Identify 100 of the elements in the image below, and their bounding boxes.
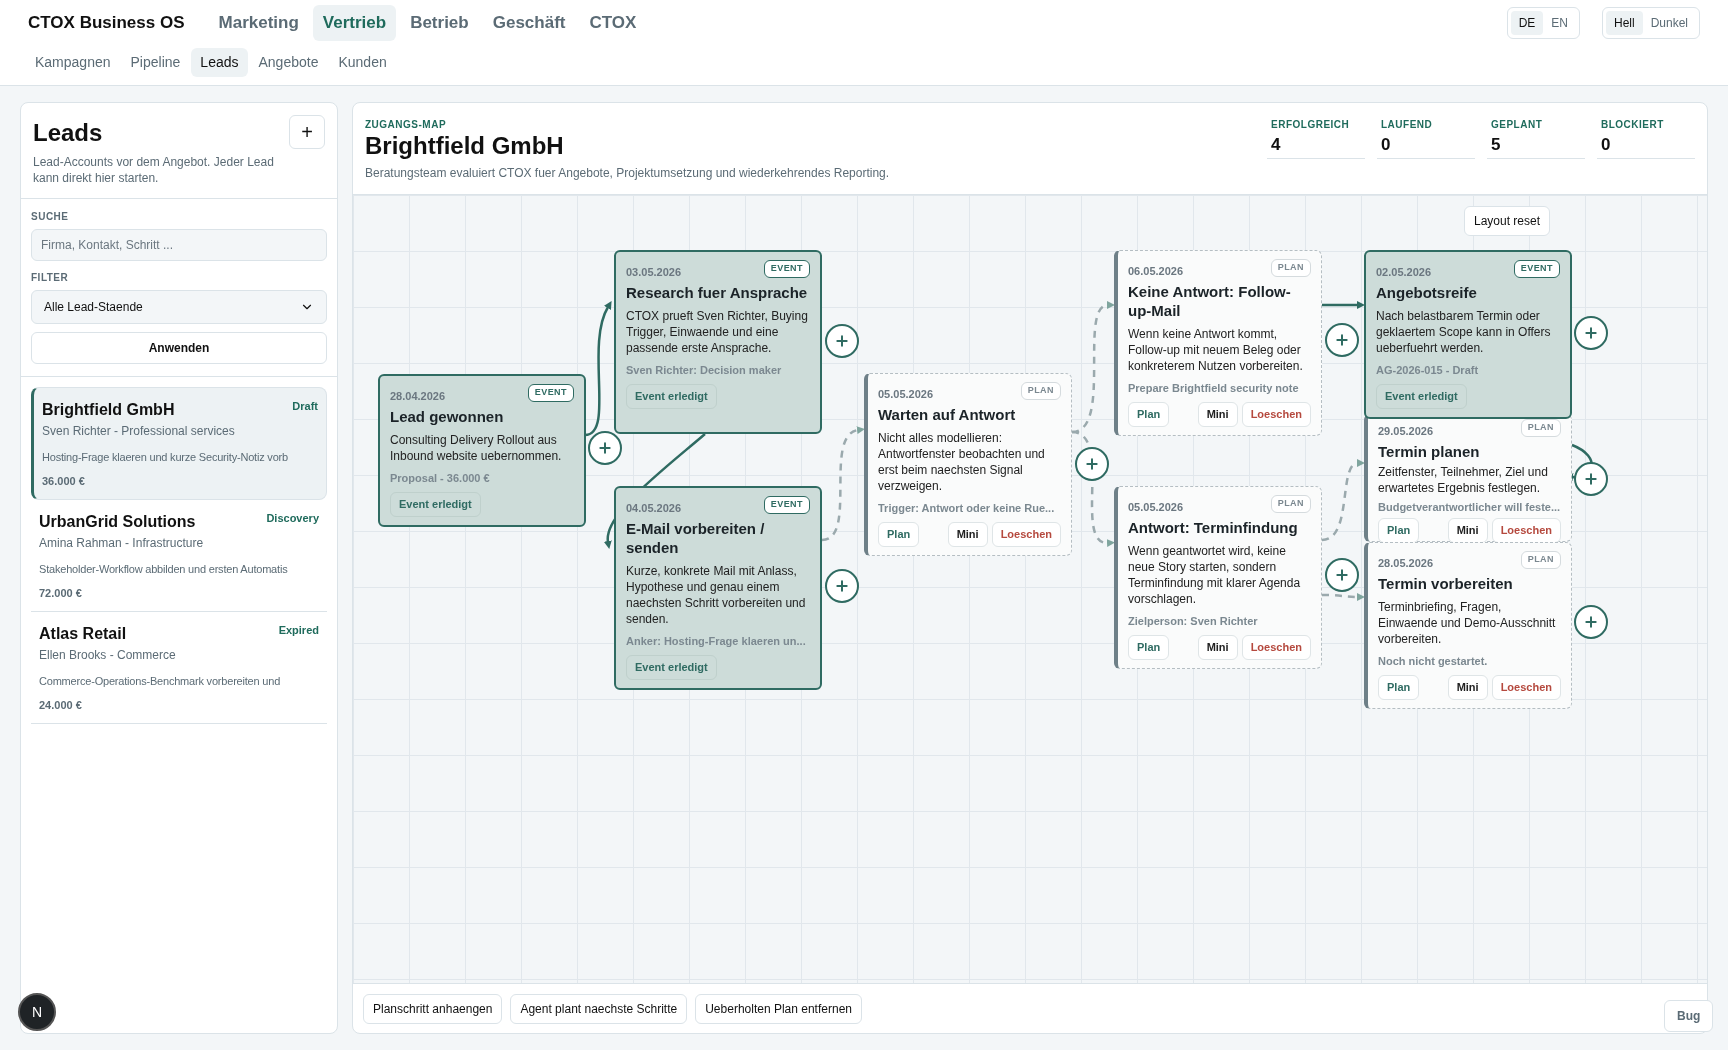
mini-button[interactable]: Mini xyxy=(947,522,988,547)
delete-button[interactable]: Loeschen xyxy=(1491,518,1561,543)
filter-select[interactable]: Alle Lead-Staende xyxy=(31,290,327,324)
sub-nav-tab[interactable]: Kunden xyxy=(329,48,396,77)
plan-button[interactable]: Plan xyxy=(1128,402,1170,427)
lead-item[interactable]: Atlas Retail Expired Ellen Brooks - Commerce Commerce-Operations-Benchmark vorbereiten und 24.000 € xyxy=(31,612,327,724)
lead-next-step: Hosting-Frage klaeren und kurze Security-Notiz vorb xyxy=(42,449,288,466)
card-meta: Sven Richter: Decision maker xyxy=(626,362,783,378)
mini-button[interactable]: Mini xyxy=(1447,518,1488,543)
add-lead-button[interactable]: + xyxy=(289,115,325,149)
lead-value: 72.000 € xyxy=(39,585,83,601)
sub-nav-tab[interactable]: Kampagnen xyxy=(26,48,120,77)
plus-icon xyxy=(1334,332,1350,348)
add-step-button[interactable] xyxy=(1325,323,1359,357)
card-title: Lead gewonnen xyxy=(390,406,505,426)
card-title: Keine Antwort: Follow-up-Mail xyxy=(1128,281,1292,320)
lead-value: 36.000 € xyxy=(42,473,86,489)
add-step-button[interactable] xyxy=(1075,447,1109,481)
event-done-button[interactable]: Event erledigt xyxy=(626,384,717,409)
lead-contact: Ellen Brooks - Commerce xyxy=(39,647,177,664)
lead-status: Discovery xyxy=(266,511,319,526)
add-step-button[interactable] xyxy=(1574,605,1608,639)
delete-button[interactable]: Loeschen xyxy=(1241,635,1311,660)
event-done-button[interactable]: Event erledigt xyxy=(1376,384,1467,409)
card-text: Zeitfenster, Teilnehmer, Ziel und erwartetes Ergebnis festlegen. xyxy=(1378,463,1549,496)
delete-button[interactable]: Loeschen xyxy=(1241,402,1311,427)
event-card[interactable]: 02.05.2026 EVENT Angebotsreife Nach belastbarem Termin oder geklaertem Scope kann in Offers ueberfuehrt werden. AG-2026-015 - Draft Event erledigt xyxy=(1364,250,1572,419)
card-title: Research fuer Ansprache xyxy=(626,282,809,302)
lead-item[interactable]: Brightfield GmbH Draft Sven Richter - Professional services Hosting-Frage klaeren und kurze Security-Notiz vorb 36.000 € xyxy=(31,387,327,500)
sub-nav-tab[interactable]: Pipeline xyxy=(121,48,190,77)
apply-button[interactable]: Anwenden xyxy=(31,332,327,364)
lead-next-step: Commerce-Operations-Benchmark vorbereiten und xyxy=(39,673,281,690)
card-meta: Budgetverantwortlicher will feste... xyxy=(1378,499,1561,515)
mini-button[interactable]: Mini xyxy=(1447,675,1488,700)
sub-nav-tab[interactable]: Leads xyxy=(191,48,248,77)
toggle-option[interactable]: DE xyxy=(1510,11,1544,35)
main-nav-tab[interactable]: Vertrieb xyxy=(312,5,397,41)
layout-reset-button[interactable]: Layout reset xyxy=(1464,206,1551,236)
card-badge: EVENT xyxy=(527,384,574,402)
card-meta: Noch nicht gestartet. xyxy=(1378,653,1489,669)
main-nav-tab[interactable]: CTOX xyxy=(579,5,647,41)
mini-button[interactable]: Mini xyxy=(1197,635,1238,660)
card-date: 28.05.2026 xyxy=(1378,556,1434,571)
sub-nav-tab[interactable]: Angebote xyxy=(249,48,328,77)
plan-card[interactable]: 05.05.2026 PLAN Antwort: Terminfindung Wenn geantwortet wird, keine neue Story starten, sondern Terminfindung mit klarer Agenda vorschlagen. Zielperson: Sven Richter Plan Mini Loeschen xyxy=(1114,486,1322,669)
card-badge: EVENT xyxy=(763,260,810,278)
plan-button[interactable]: Plan xyxy=(878,522,920,547)
lead-next-step: Stakeholder-Workflow abbilden und ersten Automatis xyxy=(39,561,288,578)
search-field[interactable]: Firma, Kontakt, Schritt ... xyxy=(31,229,327,261)
map-title: Brightfield GmbH xyxy=(365,132,565,160)
card-text: CTOX prueft Sven Richter, Buying Trigger, Einwaende und eine passende erste Ansprache. xyxy=(626,307,809,356)
mini-button[interactable]: Mini xyxy=(1197,402,1238,427)
card-title: Termin planen xyxy=(1378,441,1481,461)
add-step-button[interactable] xyxy=(825,324,859,358)
lead-contact: Sven Richter - Professional services xyxy=(42,423,236,440)
add-step-button[interactable] xyxy=(1574,462,1608,496)
event-card[interactable]: 03.05.2026 EVENT Research fuer Ansprache CTOX prueft Sven Richter, Buying Trigger, Einwaende und eine passende erste Ansprache. Sven Richter: Decision maker Event erledigt xyxy=(614,250,822,434)
plus-icon xyxy=(1583,614,1599,630)
footer-button[interactable]: Ueberholten Plan entfernen xyxy=(695,993,862,1024)
plan-button[interactable]: Plan xyxy=(1378,518,1420,543)
card-date: 28.04.2026 xyxy=(390,389,446,404)
toggle-option[interactable]: EN xyxy=(1543,11,1576,35)
add-step-button[interactable] xyxy=(1325,558,1359,592)
stat-label: ERFOLGREICH xyxy=(1271,118,1351,132)
add-step-button[interactable] xyxy=(825,569,859,603)
main-nav-tab[interactable]: Marketing xyxy=(208,5,309,41)
card-date: 02.05.2026 xyxy=(1376,265,1432,280)
card-date: 05.05.2026 xyxy=(878,387,934,402)
event-done-button[interactable]: Event erledigt xyxy=(390,492,481,517)
lead-item[interactable]: UrbanGrid Solutions Discovery Amina Rahman - Infrastructure Stakeholder-Workflow abbilden und ersten Automatis 72.000 € xyxy=(31,500,327,612)
plus-icon xyxy=(1583,325,1599,341)
footer-button[interactable]: Agent plant naechste Schritte xyxy=(510,993,688,1024)
plan-card[interactable]: 28.05.2026 PLAN Termin vorbereiten Terminbriefing, Fragen, Einwaende und Demo-Ausschnitt vorbereiten. Noch nicht gestartet. Plan Mini Loeschen xyxy=(1364,542,1572,709)
card-badge: EVENT xyxy=(763,496,810,514)
lead-name: Atlas Retail xyxy=(39,624,127,644)
delete-button[interactable]: Loeschen xyxy=(1491,675,1561,700)
card-badge: PLAN xyxy=(1520,551,1561,569)
card-meta: Anker: Hosting-Frage klaeren un... xyxy=(626,633,807,649)
event-card[interactable]: 28.04.2026 EVENT Lead gewonnen Consulting Delivery Rollout aus Inbound website uebernommen. Proposal - 36.000 € Event erledigt xyxy=(378,374,586,527)
event-card[interactable]: 04.05.2026 EVENT E-Mail vorbereiten / senden Kurze, konkrete Mail mit Anlass, Hypothese und genau einem naechsten Schritt vorbereiten und senden. Anker: Hosting-Frage klaeren un... Event erledigt xyxy=(614,486,822,690)
toggle-option[interactable]: Hell xyxy=(1605,11,1643,35)
stat-value: 0 xyxy=(1601,134,1612,156)
main-nav-tab[interactable]: Betrieb xyxy=(400,5,479,41)
plan-button[interactable]: Plan xyxy=(1128,635,1170,660)
lead-contact: Amina Rahman - Infrastructure xyxy=(39,535,205,552)
toggle-option[interactable]: Dunkel xyxy=(1642,11,1696,35)
bug-button[interactable]: Bug xyxy=(1664,1000,1714,1032)
footer-button[interactable]: Planschritt anhaengen xyxy=(363,993,503,1024)
delete-button[interactable]: Loeschen xyxy=(991,522,1061,547)
add-step-button[interactable] xyxy=(588,431,622,465)
add-step-button[interactable] xyxy=(1574,316,1608,350)
stat-label: BLOCKIERT xyxy=(1601,118,1665,132)
plan-button[interactable]: Plan xyxy=(1378,675,1420,700)
plan-card[interactable]: 05.05.2026 PLAN Warten auf Antwort Nicht alles modellieren: Antwortfenster beobachten und erst beim naechsten Signal verzweigen. Trigger: Antwort oder keine Rue... Plan Mini Loeschen xyxy=(864,373,1072,556)
card-meta: AG-2026-015 - Draft xyxy=(1376,362,1480,378)
main-nav-tab[interactable]: Geschäft xyxy=(482,5,576,41)
card-meta: Trigger: Antwort oder keine Rue... xyxy=(878,500,1056,516)
event-done-button[interactable]: Event erledigt xyxy=(626,655,717,680)
card-date: 29.05.2026 xyxy=(1378,424,1434,439)
plan-card[interactable]: 06.05.2026 PLAN Keine Antwort: Follow-up-Mail Wenn keine Antwort kommt, Follow-up mit neuem Beleg oder konkreterem Nutzen vorbereiten. Prepare Brightfield security note Plan Mini Loeschen xyxy=(1114,250,1322,436)
